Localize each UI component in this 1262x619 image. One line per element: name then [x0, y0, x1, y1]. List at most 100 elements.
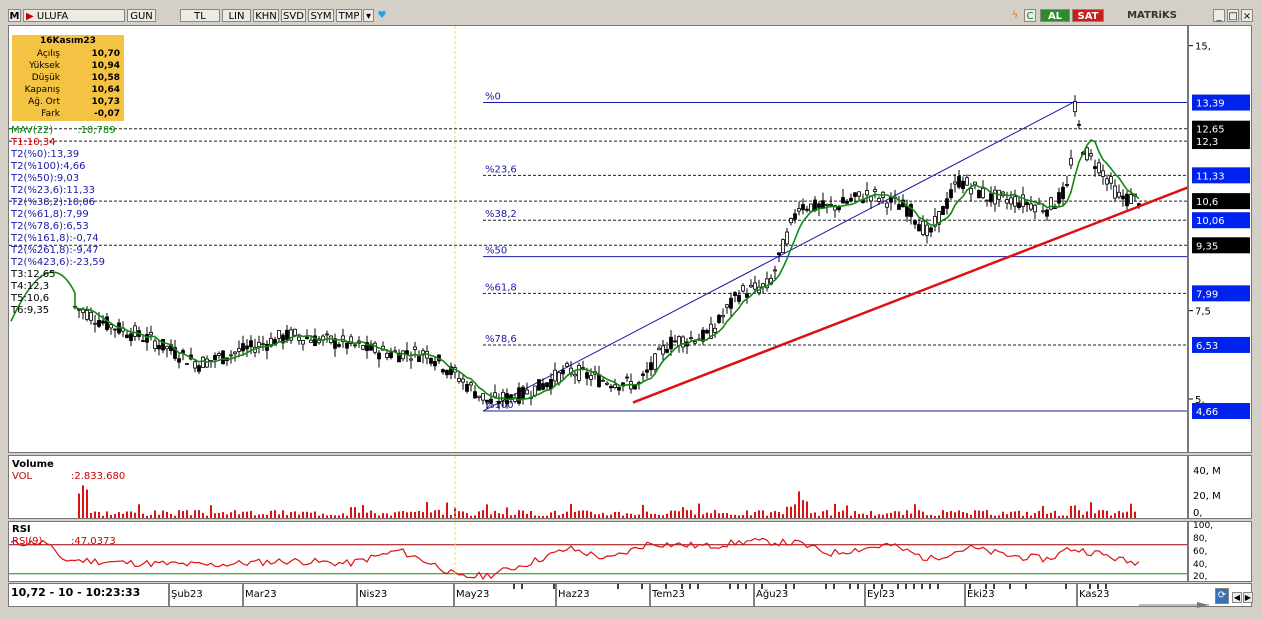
volume-bar[interactable] [478, 511, 480, 518]
candle-body[interactable] [338, 345, 341, 347]
volume-bar[interactable] [490, 514, 492, 518]
volume-bar[interactable] [678, 511, 680, 518]
volume-bar[interactable] [698, 504, 700, 518]
volume-bar[interactable] [722, 513, 724, 518]
candle-body[interactable] [378, 353, 381, 359]
candle-body[interactable] [354, 345, 357, 346]
symbol-field[interactable]: ▶ ULUFA [23, 9, 125, 22]
volume-bar[interactable] [898, 511, 900, 518]
volume-bar[interactable] [1046, 514, 1048, 518]
candle-body[interactable] [642, 374, 645, 375]
volume-bar[interactable] [446, 503, 448, 518]
volume-bar[interactable] [778, 512, 780, 518]
candle-body[interactable] [446, 370, 449, 374]
volume-bar[interactable] [734, 515, 736, 518]
volume-bar[interactable] [250, 511, 252, 518]
candle-body[interactable] [222, 351, 225, 364]
candle-body[interactable] [610, 386, 613, 388]
volume-bar[interactable] [586, 511, 588, 518]
candle-body[interactable] [738, 295, 741, 301]
candle-body[interactable] [1086, 148, 1089, 160]
candle-body[interactable] [242, 344, 245, 351]
volume-bar[interactable] [938, 515, 940, 518]
volume-bar[interactable] [1034, 513, 1036, 518]
volume-bar[interactable] [198, 510, 200, 518]
candle-body[interactable] [942, 206, 945, 214]
volume-bar[interactable] [770, 512, 772, 518]
volume-bar[interactable] [342, 513, 344, 518]
candle-body[interactable] [258, 342, 261, 346]
candle-body[interactable] [718, 315, 721, 322]
candle-body[interactable] [722, 315, 725, 316]
candle-body[interactable] [906, 206, 909, 216]
volume-bar[interactable] [102, 516, 104, 518]
volume-bar[interactable] [218, 513, 220, 518]
candle-body[interactable] [466, 384, 469, 391]
volume-bar[interactable] [638, 515, 640, 518]
candle-body[interactable] [134, 326, 137, 337]
candle-body[interactable] [926, 225, 929, 235]
volume-bar[interactable] [986, 510, 988, 518]
candle-body[interactable] [1034, 205, 1037, 212]
volume-bar[interactable] [978, 511, 980, 518]
candle-body[interactable] [94, 323, 97, 324]
candle-body[interactable] [162, 339, 165, 350]
volume-bar[interactable] [362, 505, 364, 518]
volume-bar[interactable] [502, 514, 504, 518]
candle-body[interactable] [1058, 193, 1061, 204]
volume-bar[interactable] [702, 514, 704, 518]
volume-bar[interactable] [878, 514, 880, 518]
volume-bar[interactable] [958, 510, 960, 518]
candle-body[interactable] [878, 198, 881, 201]
candle-body[interactable] [218, 354, 221, 356]
candle-body[interactable] [786, 232, 789, 244]
candle-body[interactable] [486, 400, 489, 402]
candle-body[interactable] [1026, 202, 1029, 204]
candle-body[interactable] [562, 370, 565, 374]
minimize-button[interactable]: _ [1213, 9, 1225, 22]
candle-body[interactable] [726, 305, 729, 308]
candle-body[interactable] [802, 205, 805, 210]
candle-body[interactable] [230, 355, 233, 356]
volume-bar[interactable] [1010, 512, 1012, 518]
candle-body[interactable] [1014, 197, 1017, 207]
volume-bar[interactable] [326, 515, 328, 518]
candle-body[interactable] [930, 228, 933, 232]
volume-bar[interactable] [110, 515, 112, 518]
volume-bar[interactable] [714, 510, 716, 518]
rsi-chart-svg[interactable] [9, 522, 1188, 582]
candle-body[interactable] [754, 283, 757, 289]
volume-bar[interactable] [970, 515, 972, 518]
volume-bar[interactable] [302, 512, 304, 518]
candle-body[interactable] [842, 198, 845, 203]
volume-bar[interactable] [186, 510, 188, 518]
volume-bar[interactable] [862, 514, 864, 518]
volume-bar[interactable] [434, 510, 436, 518]
volume-bar[interactable] [318, 516, 320, 518]
volume-bar[interactable] [166, 512, 168, 518]
volume-bar[interactable] [210, 505, 212, 518]
volume-bar[interactable] [926, 515, 928, 518]
candle-body[interactable] [990, 194, 993, 202]
volume-bar[interactable] [906, 510, 908, 518]
volume-bar[interactable] [530, 511, 532, 518]
volume-bar[interactable] [90, 513, 92, 518]
candle-body[interactable] [798, 209, 801, 212]
candle-body[interactable] [490, 399, 493, 403]
volume-bar[interactable] [1102, 510, 1104, 518]
volume-bar[interactable] [1126, 512, 1128, 518]
volume-bar[interactable] [946, 512, 948, 518]
volume-bar[interactable] [274, 510, 276, 518]
candle-body[interactable] [822, 201, 825, 208]
candle-body[interactable] [470, 383, 473, 385]
candle-body[interactable] [142, 341, 145, 342]
volume-bar[interactable] [994, 516, 996, 518]
candle-body[interactable] [674, 341, 677, 342]
volume-bar[interactable] [738, 515, 740, 518]
candle-body[interactable] [386, 353, 389, 357]
volume-bar[interactable] [1018, 511, 1020, 518]
candle-body[interactable] [1078, 124, 1081, 125]
candle-body[interactable] [518, 388, 521, 404]
volume-bar[interactable] [406, 512, 408, 518]
volume-bar[interactable] [1130, 504, 1132, 518]
